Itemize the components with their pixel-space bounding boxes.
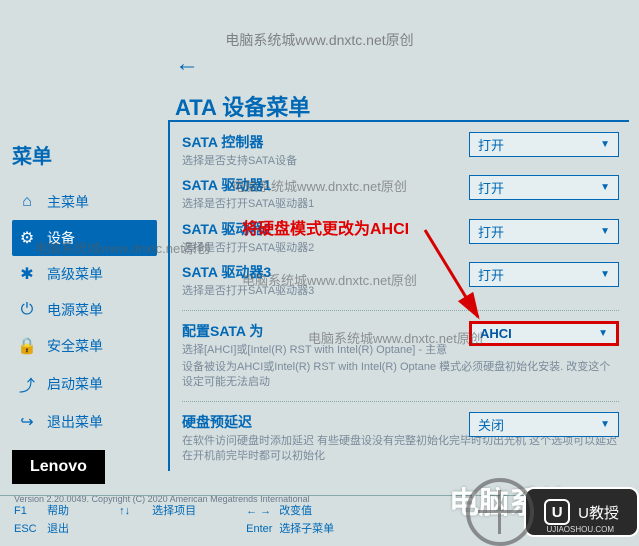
page-title: ATA 设备菜单 (175, 90, 310, 122)
select-value: 关闭 (478, 415, 504, 434)
select-hdd-delay[interactable]: 关闭 ▼ (469, 412, 619, 437)
exit-icon: ↪ (17, 412, 37, 432)
sidebar-item-power[interactable]: ⏻ 电源菜单 (12, 292, 157, 328)
watermark-mid: 电脑系统城www.dnxtc.net原创 (308, 328, 483, 347)
main-panel: SATA 控制器 选择是否支持SATA设备 打开 ▼ SATA 驱动器1 选择是… (168, 120, 629, 471)
key-arrows: ↑↓ (119, 505, 149, 517)
sidebar-item-label: 电源菜单 (47, 300, 103, 320)
select-value: 打开 (478, 222, 504, 241)
key-label: 帮助 (47, 505, 69, 517)
chevron-down-icon: ▼ (600, 226, 610, 237)
divider (182, 401, 619, 402)
watermark-logo: U U教授 (466, 478, 639, 546)
watermark-top: 电脑系统城www.dnxtc.net原创 (225, 30, 413, 50)
chevron-down-icon: ▼ (600, 182, 610, 193)
chevron-down-icon: ▼ (598, 328, 608, 339)
chevron-down-icon: ▼ (600, 419, 610, 430)
key-f1: F1 (14, 505, 44, 517)
home-icon: ⌂ (17, 193, 37, 211)
key-enter: Enter (246, 523, 276, 535)
select-sata-controller[interactable]: 打开 ▼ (469, 132, 619, 157)
sidebar-item-label: 启动菜单 (47, 374, 103, 394)
crosshair-icon (466, 478, 534, 546)
gear-icon: ⚙ (17, 228, 37, 248)
key-lr: ← → (246, 505, 276, 517)
brand-logo: Lenovo (12, 450, 105, 484)
key-label: 选择子菜单 (279, 523, 334, 535)
sidebar-item-label: 主菜单 (47, 192, 89, 212)
watermark-mid: 电脑系统城www.dnxtc.net原创 (242, 270, 417, 289)
sidebar-item-main[interactable]: ⌂ 主菜单 (12, 184, 157, 220)
select-value: 打开 (478, 178, 504, 197)
badge-icon: U (544, 499, 570, 525)
boot-icon: ⤴ (17, 372, 37, 396)
setting-desc: 设备被设为AHCI或Intel(R) RST with Intel(R) Opt… (182, 360, 619, 391)
sidebar-item-security[interactable]: 🔒 安全菜单 (12, 328, 157, 364)
lock-icon: 🔒 (17, 336, 37, 356)
select-sata-drive1[interactable]: 打开 ▼ (469, 175, 619, 200)
setting-hdd-delay: 硬盘预延迟 在软件访问硬盘时添加延迟 有些硬盘设没有完整初始化完毕时切出光机 这… (182, 412, 619, 465)
select-value: AHCI (480, 326, 512, 341)
power-icon: ⏻ (17, 301, 37, 319)
watermark-mid: 电脑系统城www.dnxtc.net原创 (232, 176, 407, 195)
badge-text: U教授 (578, 502, 619, 523)
sidebar-item-label: 安全菜单 (47, 336, 103, 356)
sidebar: 菜单 ⌂ 主菜单 ⚙ 设备 ✱ 高级菜单 ⏻ 电源菜单 🔒 安全菜单 ⤴ 启动菜… (12, 140, 157, 440)
key-label: 改变值 (279, 505, 312, 517)
setting-sata-controller: SATA 控制器 选择是否支持SATA设备 打开 ▼ (182, 132, 619, 169)
setting-desc: 在软件访问硬盘时添加延迟 有些硬盘设没有完整初始化完毕时切出光机 这个选项可以延… (182, 434, 619, 465)
key-esc: ESC (14, 523, 44, 535)
select-sata-drive2[interactable]: 打开 ▼ (469, 219, 619, 244)
sidebar-item-exit[interactable]: ↪ 退出菜单 (12, 404, 157, 440)
select-value: 打开 (478, 265, 504, 284)
back-button[interactable]: ← (175, 50, 199, 78)
divider (182, 310, 619, 311)
select-config-sata[interactable]: AHCI ▼ (469, 321, 619, 346)
star-icon: ✱ (17, 264, 37, 284)
key-label: 选择项目 (152, 505, 196, 517)
sidebar-item-label: 高级菜单 (47, 264, 103, 284)
chevron-down-icon: ▼ (600, 139, 610, 150)
sidebar-item-boot[interactable]: ⤴ 启动菜单 (12, 364, 157, 404)
key-label: 退出 (47, 523, 69, 535)
watermark-side: 电脑系统城www.dnxtc.net原创 (35, 238, 210, 257)
select-sata-drive3[interactable]: 打开 ▼ (469, 262, 619, 287)
watermark-domain: UJIAOSHOU.COM (546, 525, 614, 534)
sidebar-item-advanced[interactable]: ✱ 高级菜单 (12, 256, 157, 292)
sidebar-item-label: 退出菜单 (47, 412, 103, 432)
annotation-text: 将硬盘模式更改为AHCI (242, 215, 409, 239)
chevron-down-icon: ▼ (600, 269, 610, 280)
sidebar-title: 菜单 (12, 140, 157, 169)
select-value: 打开 (478, 135, 504, 154)
